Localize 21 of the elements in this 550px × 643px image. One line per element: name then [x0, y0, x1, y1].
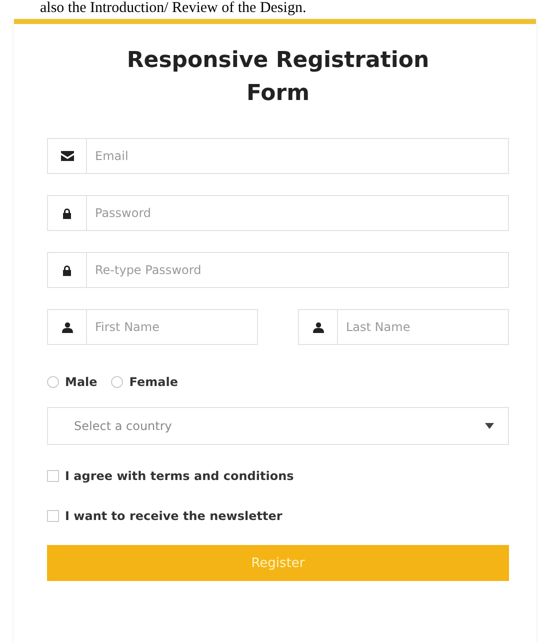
input-group[interactable]: Last Name — [298, 309, 509, 345]
checkbox-label: I agree with terms and conditions — [65, 469, 294, 483]
lock-icon — [62, 264, 72, 276]
envelope-icon — [60, 151, 74, 161]
country-select[interactable]: Select a country — [47, 407, 509, 445]
radio-button[interactable] — [111, 376, 124, 388]
user-icon — [312, 322, 324, 332]
checkbox-label: I want to receive the newsletter — [65, 509, 282, 523]
radio-button[interactable] — [47, 376, 59, 388]
input-field[interactable]: First Name — [87, 310, 257, 344]
input-group[interactable]: First Name — [47, 309, 258, 345]
input-field[interactable]: Last Name — [338, 310, 508, 344]
checkbox[interactable] — [47, 510, 59, 522]
dropdown-caret-icon — [485, 423, 494, 429]
form-title: Responsive Registration Form — [126, 47, 430, 108]
lock-icon — [62, 208, 72, 218]
checkbox[interactable] — [47, 470, 59, 482]
radio-label: Female — [129, 375, 178, 389]
radio-label: Male — [65, 375, 98, 389]
user-icon — [62, 322, 72, 332]
caption-text: also the Introduction/ Review of the Design. — [39, 0, 306, 17]
